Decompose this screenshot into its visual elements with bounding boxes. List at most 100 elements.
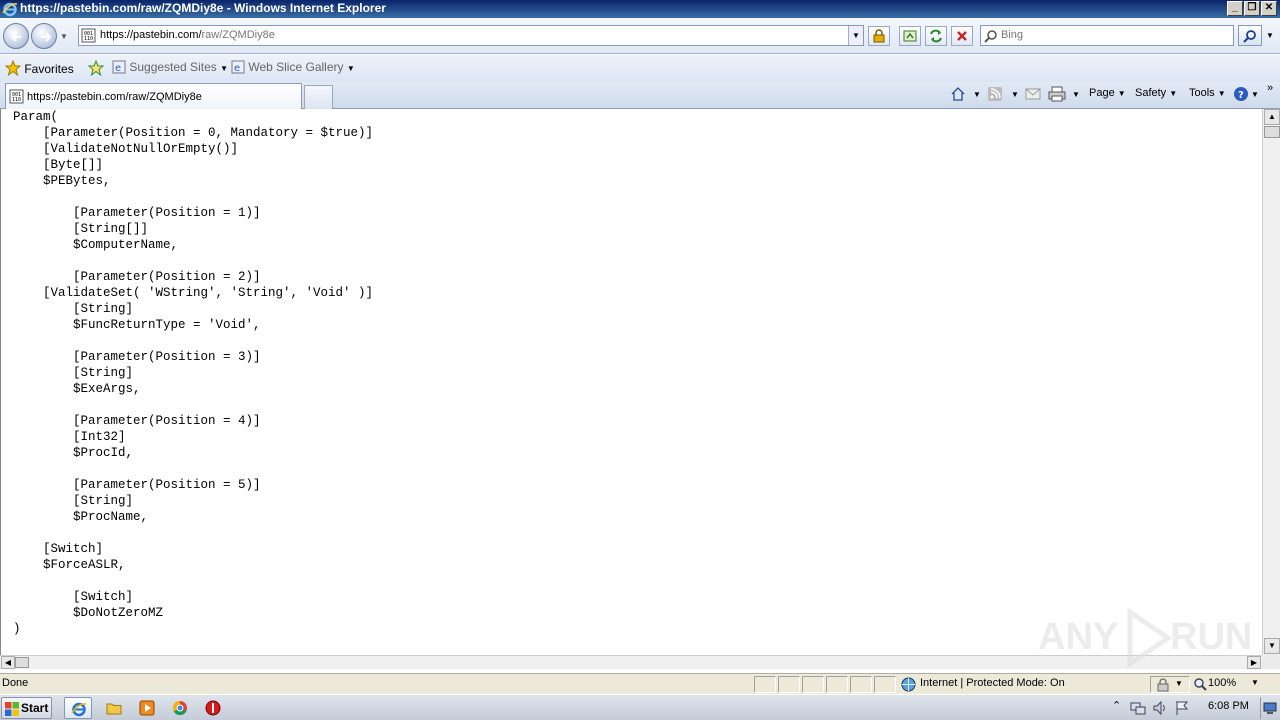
status-cell bbox=[802, 676, 824, 693]
favorites-label: Favorites bbox=[24, 62, 74, 76]
volume-icon[interactable] bbox=[1152, 700, 1168, 716]
page-icon: 001 110 bbox=[81, 28, 96, 43]
favorites-button[interactable]: Favorites bbox=[4, 59, 74, 78]
code-line: [Parameter(Position = 2)] bbox=[13, 270, 261, 284]
back-arrow-icon bbox=[10, 32, 21, 42]
page-menu[interactable]: Page ▼ bbox=[1089, 87, 1126, 99]
compatibility-view-button[interactable] bbox=[899, 26, 921, 46]
code-line: [ValidateSet( 'WString', 'String', 'Void… bbox=[13, 286, 374, 300]
address-bar[interactable]: 001 110 https://pastebin.com/raw/ZQMDiy8… bbox=[78, 25, 864, 46]
page-icon: 001 110 bbox=[9, 89, 24, 104]
search-placeholder: Bing bbox=[1001, 29, 1024, 41]
search-go-button[interactable] bbox=[1238, 25, 1262, 46]
suggested-sites-label: Suggested Sites bbox=[129, 60, 217, 74]
print-icon[interactable] bbox=[1048, 86, 1066, 102]
read-mail-icon[interactable] bbox=[1025, 87, 1041, 101]
ie-page-icon: e bbox=[231, 60, 245, 74]
code-line: [ValidateNotNullOrEmpty()] bbox=[13, 142, 239, 156]
forward-button[interactable] bbox=[31, 23, 57, 49]
security-lock-button[interactable] bbox=[868, 26, 890, 46]
zoom-level[interactable]: 100% bbox=[1208, 677, 1236, 689]
svg-text:110: 110 bbox=[84, 36, 93, 42]
tab-row: 001 110 https://pastebin.com/raw/ZQMDiy8… bbox=[0, 82, 1280, 109]
code-line: [String] bbox=[13, 494, 134, 508]
code-line: $ExeArgs, bbox=[13, 382, 141, 396]
code-line: [String[]] bbox=[13, 222, 149, 236]
vertical-scrollbar[interactable]: ▲ ▼ bbox=[1262, 109, 1280, 655]
forward-arrow-icon bbox=[41, 32, 52, 42]
code-line: $ProcId, bbox=[13, 446, 134, 460]
show-desktop-button[interactable] bbox=[1260, 697, 1278, 719]
status-bar: Done Internet | Protected Mode: On ▼ 100… bbox=[0, 673, 1280, 694]
tab-label: https://pastebin.com/raw/ZQMDiy8e bbox=[27, 91, 202, 103]
scroll-down-icon[interactable]: ▼ bbox=[1264, 638, 1280, 654]
help-icon[interactable]: ? bbox=[1233, 86, 1249, 102]
code-line: [Parameter(Position = 4)] bbox=[13, 414, 261, 428]
address-dropdown-icon[interactable]: ▼ bbox=[848, 26, 863, 45]
red-circle-alert-icon bbox=[205, 700, 221, 716]
taskbar-chrome[interactable] bbox=[166, 697, 194, 719]
start-label: Start bbox=[21, 701, 49, 715]
chrome-logo-icon bbox=[172, 700, 187, 716]
action-center-flag-icon[interactable] bbox=[1174, 700, 1190, 716]
network-icon[interactable] bbox=[1130, 700, 1146, 716]
title-bar: https://pastebin.com/raw/ZQMDiy8e - Wind… bbox=[0, 0, 1280, 18]
tools-menu[interactable]: Tools ▼ bbox=[1189, 87, 1226, 99]
status-cell bbox=[874, 676, 896, 693]
security-zone-text[interactable]: Internet | Protected Mode: On bbox=[920, 677, 1065, 689]
vertical-scroll-thumb[interactable] bbox=[1264, 126, 1280, 138]
tray-expand-icon[interactable]: ⌃ bbox=[1112, 699, 1121, 712]
refresh-button[interactable] bbox=[925, 26, 947, 46]
horizontal-scroll-thumb[interactable] bbox=[15, 657, 29, 668]
suggested-sites-link[interactable]: e Suggested Sites ▼ bbox=[112, 60, 228, 78]
chevron-more-icon[interactable]: » bbox=[1267, 82, 1273, 94]
new-tab-button[interactable] bbox=[304, 85, 333, 109]
history-dropdown-icon[interactable]: ▼ bbox=[60, 32, 68, 41]
code-line: [String] bbox=[13, 302, 134, 316]
add-to-favorites-bar-button[interactable] bbox=[87, 59, 105, 78]
code-line: $DoNotZeroMZ bbox=[13, 606, 164, 620]
scroll-left-icon[interactable]: ◀ bbox=[1, 656, 15, 669]
search-options-dropdown-icon[interactable]: ▼ bbox=[1266, 31, 1274, 40]
help-dropdown-icon[interactable]: ▼ bbox=[1251, 90, 1259, 99]
clock[interactable]: 6:08 PM bbox=[1208, 700, 1249, 712]
back-button[interactable] bbox=[3, 23, 29, 49]
taskbar-media-player[interactable] bbox=[133, 697, 161, 719]
watermark-text-left: ANY bbox=[1038, 616, 1119, 658]
print-dropdown-icon[interactable]: ▼ bbox=[1072, 90, 1080, 99]
search-input[interactable]: Bing bbox=[980, 25, 1234, 46]
padlock-icon bbox=[873, 29, 885, 43]
taskbar-internet-explorer[interactable] bbox=[64, 697, 92, 719]
web-slice-gallery-link[interactable]: e Web Slice Gallery ▼ bbox=[231, 60, 355, 78]
ie-page-icon: e bbox=[112, 60, 126, 74]
ie-logo-icon bbox=[71, 702, 87, 717]
start-button[interactable]: Start bbox=[1, 697, 52, 719]
web-slice-dropdown-icon: ▼ bbox=[346, 64, 355, 73]
home-dropdown-icon[interactable]: ▼ bbox=[973, 90, 981, 99]
feeds-dropdown-icon[interactable]: ▼ bbox=[1011, 90, 1019, 99]
address-url[interactable]: https://pastebin.com/raw/ZQMDiy8e bbox=[100, 29, 275, 41]
close-window-button[interactable]: ✕ bbox=[1261, 1, 1277, 16]
minimize-button[interactable]: _ bbox=[1227, 1, 1243, 16]
restore-button[interactable]: ❐ bbox=[1244, 1, 1260, 16]
tab-current[interactable]: 001 110 https://pastebin.com/raw/ZQMDiy8… bbox=[5, 83, 302, 109]
code-line: $FuncReturnType = 'Void', bbox=[13, 318, 261, 332]
status-cell bbox=[778, 676, 800, 693]
scroll-up-icon[interactable]: ▲ bbox=[1264, 109, 1280, 125]
stop-button[interactable] bbox=[951, 26, 973, 46]
status-cell bbox=[826, 676, 848, 693]
rss-feed-icon[interactable] bbox=[987, 86, 1003, 102]
taskbar-file-explorer[interactable] bbox=[100, 697, 128, 719]
taskbar-red-app[interactable] bbox=[199, 697, 227, 719]
zoom-dropdown-icon[interactable]: ▼ bbox=[1251, 678, 1259, 687]
home-icon[interactable] bbox=[950, 86, 966, 102]
protected-mode-cell[interactable]: ▼ bbox=[1150, 676, 1190, 693]
suggested-sites-dropdown-icon: ▼ bbox=[220, 64, 229, 73]
protected-mode-dropdown-icon: ▼ bbox=[1175, 679, 1183, 688]
svg-text:?: ? bbox=[1238, 90, 1244, 101]
safety-menu[interactable]: Safety ▼ bbox=[1135, 87, 1177, 99]
zoom-icon[interactable] bbox=[1193, 677, 1207, 691]
